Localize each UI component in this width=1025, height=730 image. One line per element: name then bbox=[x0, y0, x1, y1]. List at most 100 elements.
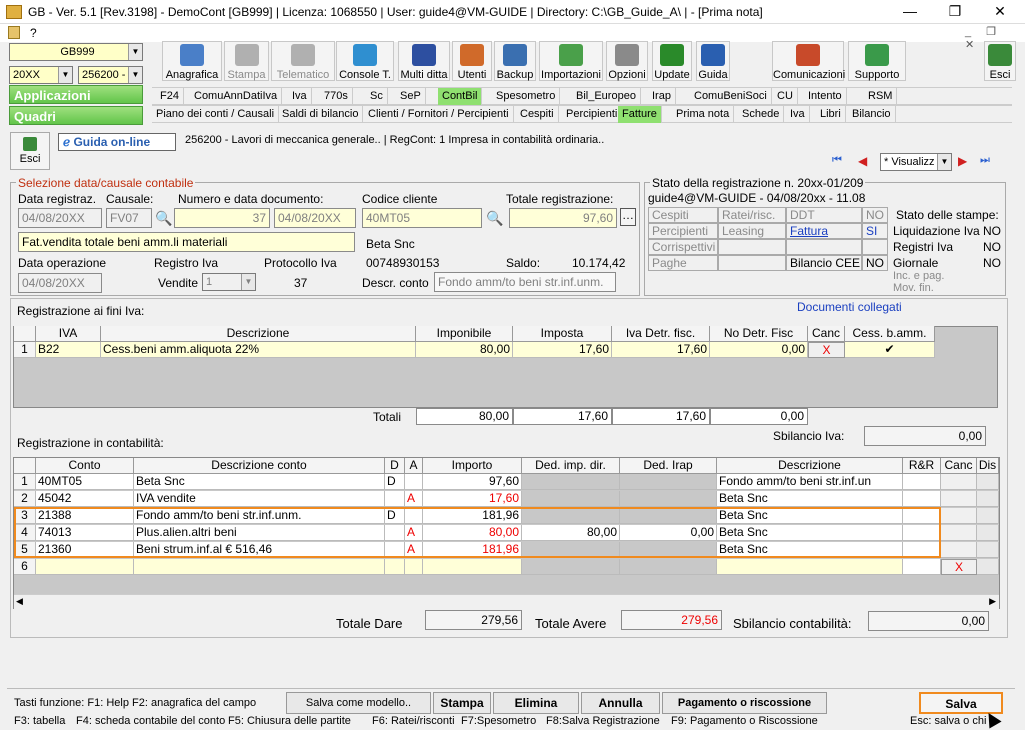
tab-bilancio[interactable]: Bilancio bbox=[848, 106, 896, 123]
toolbar-button-stampa[interactable]: Stampa bbox=[224, 41, 269, 81]
cont-dis-cell[interactable] bbox=[977, 508, 999, 524]
tab-sc[interactable]: Sc bbox=[366, 88, 388, 105]
view-mode-select[interactable]: * Visualizz ▼ bbox=[880, 153, 952, 171]
guida-online-button[interactable]: ℯ Guida on-line bbox=[58, 133, 176, 151]
tab-770s[interactable]: 770s bbox=[320, 88, 353, 105]
data-operazione-field[interactable]: 04/08/20XX bbox=[18, 273, 102, 293]
cont-dis-cell[interactable] bbox=[977, 542, 999, 558]
stampa-button[interactable]: Stampa bbox=[433, 692, 491, 714]
search-icon[interactable]: 🔍 bbox=[486, 210, 503, 227]
chevron-down-icon[interactable]: ▼ bbox=[128, 67, 142, 83]
toolbar-button-comunicazioni[interactable]: Comunicazioni bbox=[772, 41, 845, 81]
toolbar-button-console-t-[interactable]: Console T. bbox=[336, 41, 394, 81]
iva-code-cell[interactable]: B22 bbox=[36, 342, 101, 358]
toolbar-button-supporto[interactable]: Supporto bbox=[848, 41, 906, 81]
cont-importo-cell[interactable] bbox=[423, 559, 522, 575]
last-record-button[interactable]: ⏭ bbox=[980, 154, 998, 170]
tab-irap[interactable]: Irap bbox=[648, 88, 676, 105]
pagamento-riscossione-button[interactable]: Pagamento o riscossione bbox=[662, 692, 827, 714]
tab-prima-nota[interactable]: Prima nota bbox=[672, 106, 735, 123]
salva-modello-button[interactable]: Salva come modello.. bbox=[286, 692, 431, 714]
cont-a-cell[interactable]: A bbox=[405, 491, 423, 507]
iva-nodetr-cell[interactable]: 0,00 bbox=[710, 342, 808, 358]
cont-ded-cell[interactable] bbox=[522, 559, 620, 575]
prev-record-button[interactable]: ◀ bbox=[858, 154, 874, 170]
toolbar-button-esci[interactable]: Esci bbox=[984, 41, 1016, 81]
cont-dis-cell[interactable] bbox=[977, 559, 999, 575]
chevron-down-icon[interactable]: ▼ bbox=[937, 154, 951, 170]
iva-imponibile-cell[interactable]: 80,00 bbox=[416, 342, 513, 358]
iva-detr-cell[interactable]: 17,60 bbox=[612, 342, 710, 358]
help-menu[interactable]: ? bbox=[30, 26, 37, 40]
tab-iva[interactable]: Iva bbox=[288, 88, 312, 105]
cont-canc-cell[interactable] bbox=[941, 508, 977, 524]
tab-iva[interactable]: Iva bbox=[786, 106, 810, 123]
tab-libri[interactable]: Libri bbox=[816, 106, 846, 123]
cont-canc-cell[interactable]: X bbox=[941, 559, 977, 575]
toolbar-button-update[interactable]: Update bbox=[652, 41, 692, 81]
tab-schede[interactable]: Schede bbox=[738, 106, 785, 123]
close-button[interactable]: ✕ bbox=[977, 0, 1023, 24]
chevron-down-icon[interactable]: ▼ bbox=[241, 274, 255, 290]
data-registrazione-field[interactable]: 04/08/20XX bbox=[18, 208, 102, 228]
minimize-button[interactable]: — bbox=[887, 0, 933, 24]
tab-comubenisoci[interactable]: ComuBeniSoci bbox=[690, 88, 772, 105]
horizontal-scrollbar[interactable]: ◀ ▶ bbox=[14, 594, 999, 609]
cont-ded-cell[interactable] bbox=[522, 491, 620, 507]
tab-spesometro[interactable]: Spesometro bbox=[492, 88, 561, 105]
chevron-down-icon[interactable]: ▼ bbox=[58, 67, 72, 83]
tab-fatture[interactable]: Fatture bbox=[618, 106, 662, 123]
descr-conto-field[interactable]: Fondo amm/to beni str.inf.unm. bbox=[434, 272, 616, 292]
descrizione-field[interactable]: Fat.vendita totale beni amm.li materiali bbox=[18, 232, 355, 252]
ellipsis-button[interactable]: … bbox=[620, 208, 636, 226]
tab-contbil[interactable]: ContBil bbox=[438, 88, 483, 105]
cont-importo-cell[interactable]: 97,60 bbox=[423, 474, 522, 490]
causale-field[interactable]: FV07 bbox=[106, 208, 152, 228]
cont-descr-cell[interactable]: Beta Snc bbox=[134, 474, 385, 490]
iva-canc-button[interactable]: X bbox=[808, 342, 845, 358]
cont-desc2-cell[interactable]: Beta Snc bbox=[717, 491, 903, 507]
scroll-left-icon[interactable]: ◀ bbox=[16, 596, 23, 607]
tab-piano-dei-conti-causali[interactable]: Piano dei conti / Causali bbox=[152, 106, 280, 123]
search-icon[interactable]: 🔍 bbox=[155, 210, 172, 227]
cont-canc-cell[interactable] bbox=[941, 474, 977, 490]
tab-clienti-fornitori-percipienti[interactable]: Clienti / Fornitori / Percipienti bbox=[364, 106, 514, 123]
cont-irap-cell[interactable] bbox=[620, 491, 717, 507]
iva-descr-cell[interactable]: Cess.beni amm.aliquota 22% bbox=[101, 342, 416, 358]
tab-intento[interactable]: Intento bbox=[804, 88, 847, 105]
tab-sep[interactable]: SeP bbox=[396, 88, 426, 105]
cont-canc-cell[interactable] bbox=[941, 491, 977, 507]
cont-desc2-cell[interactable]: Fondo amm/to beni str.inf.un bbox=[717, 474, 903, 490]
cont-dis-cell[interactable] bbox=[977, 491, 999, 507]
year-select[interactable]: 20XX ▼ bbox=[9, 66, 73, 84]
cont-rr-cell[interactable] bbox=[903, 491, 941, 507]
cont-d-cell[interactable] bbox=[385, 559, 405, 575]
cont-importo-cell[interactable]: 17,60 bbox=[423, 491, 522, 507]
cont-descr-cell[interactable] bbox=[134, 559, 385, 575]
registro-select[interactable]: 1 ▼ bbox=[202, 273, 256, 291]
esci-button[interactable]: Esci bbox=[10, 132, 50, 170]
next-record-button[interactable]: ▶ bbox=[958, 154, 974, 170]
totale-registrazione-field[interactable]: 97,60 bbox=[509, 208, 617, 228]
cont-a-cell[interactable] bbox=[405, 474, 423, 490]
scroll-right-icon[interactable]: ▶ bbox=[989, 596, 996, 607]
cont-rr-cell[interactable] bbox=[903, 474, 941, 490]
cont-conto-cell[interactable] bbox=[36, 559, 134, 575]
tab-bil-europeo[interactable]: Bil_Europeo bbox=[572, 88, 641, 105]
cont-irap-cell[interactable] bbox=[620, 474, 717, 490]
cont-canc-cell[interactable] bbox=[941, 542, 977, 558]
cont-a-cell[interactable] bbox=[405, 559, 423, 575]
toolbar-button-opzioni[interactable]: Opzioni bbox=[606, 41, 648, 81]
codice-cliente-field[interactable]: 40MT05 bbox=[362, 208, 482, 228]
elimina-button[interactable]: Elimina bbox=[493, 692, 579, 714]
cont-ded-cell[interactable] bbox=[522, 474, 620, 490]
tab-f24[interactable]: F24 bbox=[156, 88, 184, 105]
toolbar-button-utenti[interactable]: Utenti bbox=[452, 41, 492, 81]
tab-cu[interactable]: CU bbox=[773, 88, 798, 105]
toolbar-button-guida[interactable]: Guida bbox=[696, 41, 730, 81]
cont-desc2-cell[interactable] bbox=[717, 559, 903, 575]
tab-comuanndatiiva[interactable]: ComuAnnDatiIva bbox=[190, 88, 283, 105]
cont-canc-cell[interactable] bbox=[941, 525, 977, 541]
toolbar-button-telematico[interactable]: Telematico bbox=[271, 41, 335, 81]
data-documento-field[interactable]: 04/08/20XX bbox=[274, 208, 356, 228]
